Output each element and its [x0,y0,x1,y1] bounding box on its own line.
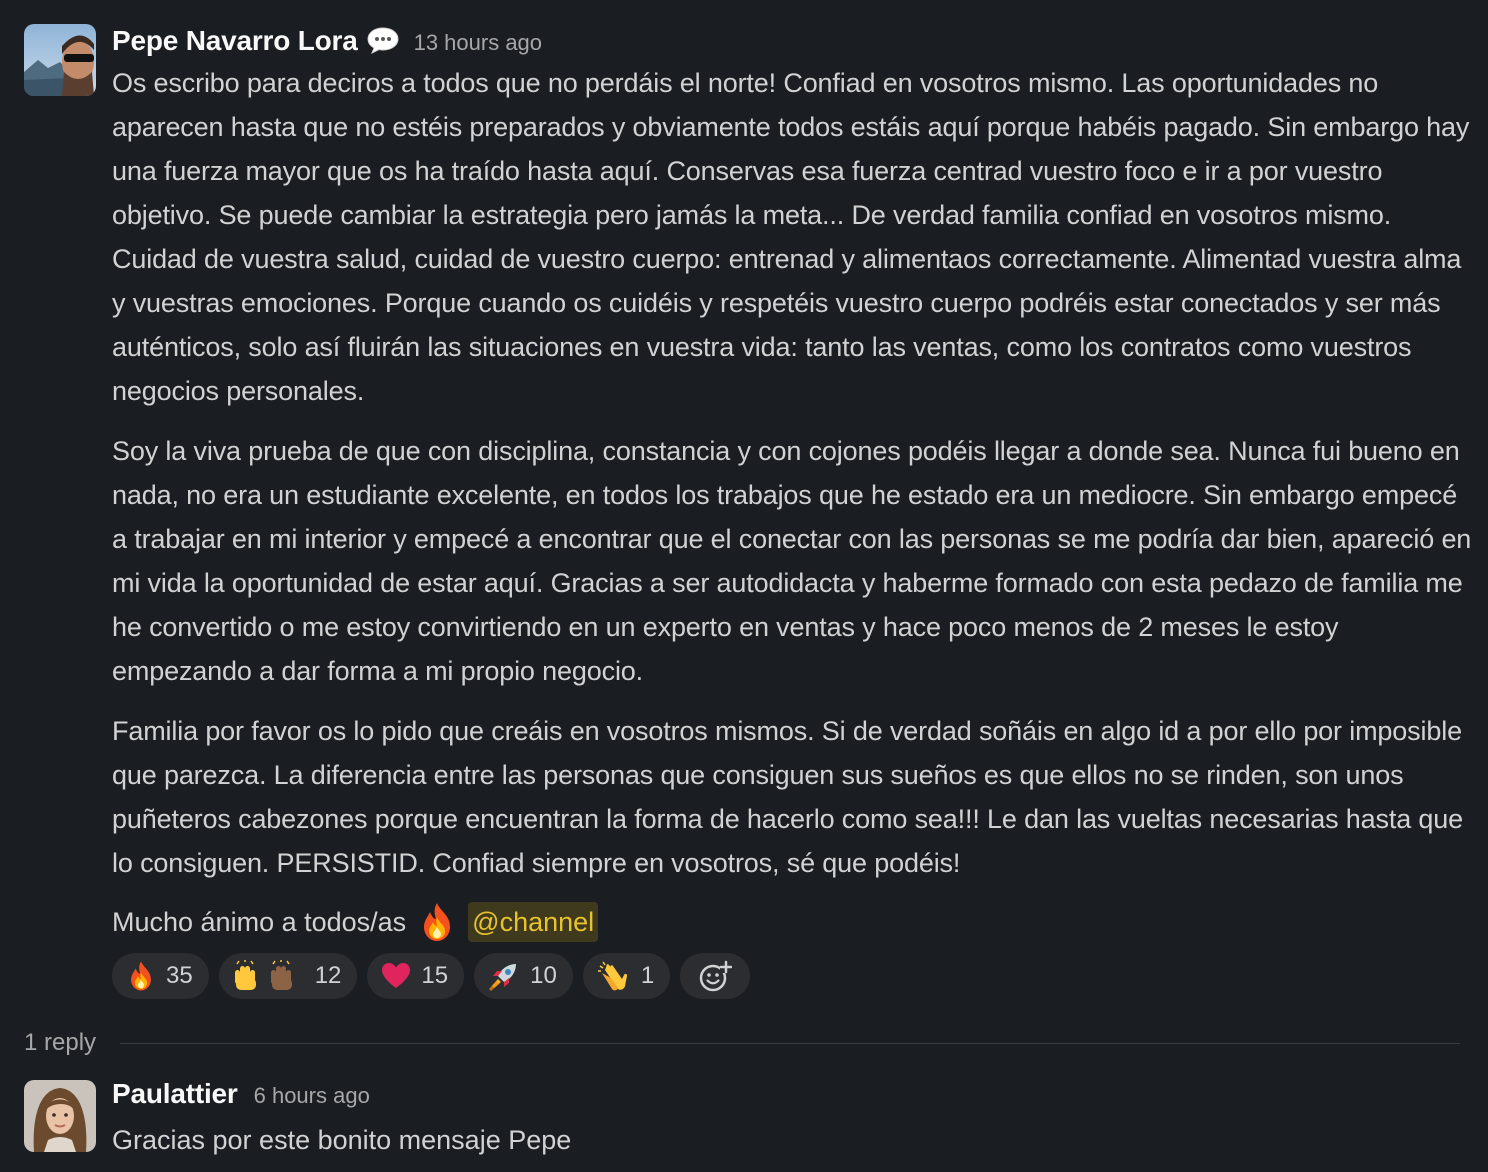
reactions-bar: 35 12 15 10 1 [112,953,1472,999]
author-name[interactable]: Pepe Navarro Lora [112,25,358,57]
message-closing-line: Mucho ánimo a todos/as @channel [112,897,1472,947]
speech-bubble-icon [366,26,400,55]
reaction-rocket[interactable]: 10 [474,953,573,999]
rocket-icon [488,960,520,992]
avatar-paulattier[interactable] [24,1080,96,1152]
reaction-count: 1 [640,962,655,989]
reaction-clapping-hands[interactable]: 1 [582,953,671,999]
closing-text: Mucho ánimo a todos/as [112,906,407,937]
red-heart-icon [381,961,411,991]
author-name[interactable]: Paulattier [112,1078,238,1110]
channel-mention[interactable]: @channel [468,902,599,942]
message-paragraph-2: Soy la viva prueba de que con disciplina… [112,436,1472,686]
reaction-fire[interactable]: 35 [112,953,209,999]
message-header: Pepe Navarro Lora 13 hours ago [112,22,1472,58]
add-reaction-button[interactable] [680,953,751,999]
reaction-count: 10 [530,962,557,989]
add-emoji-icon [698,959,733,993]
reply-header: Paulattier 6 hours ago [112,1078,1472,1114]
reaction-count: 12 [314,962,342,989]
reaction-count: 15 [421,962,449,989]
fire-icon [418,901,456,943]
thread-divider: 1 reply [24,1026,1460,1060]
message-body: Os escribo para deciros a todos que no p… [112,61,1472,885]
reply-count[interactable]: 1 reply [24,1029,96,1057]
reply-timestamp[interactable]: 6 hours ago [254,1083,370,1109]
reaction-red-heart[interactable]: 15 [367,953,465,999]
reaction-raised-hands[interactable]: 12 [218,953,358,999]
message-content: Pepe Navarro Lora 13 hours ago Os escrib… [112,22,1472,999]
reply-text: Gracias por este bonito mensaje Pepe [112,1125,572,1155]
clapping-hands-icon [597,960,631,992]
message-timestamp[interactable]: 13 hours ago [414,30,542,56]
divider-line [120,1042,1460,1044]
reaction-count: 35 [166,962,193,989]
message-paragraph-1: Os escribo para deciros a todos que no p… [112,68,1470,406]
avatar-pepe[interactable] [24,24,96,96]
message-paragraph-3: Familia por favor os lo pido que creáis … [112,716,1464,878]
reply-content: Paulattier 6 hours ago Gracias por este … [112,1078,1472,1162]
fire-icon [126,960,156,992]
raised-hands-icon [233,960,305,992]
